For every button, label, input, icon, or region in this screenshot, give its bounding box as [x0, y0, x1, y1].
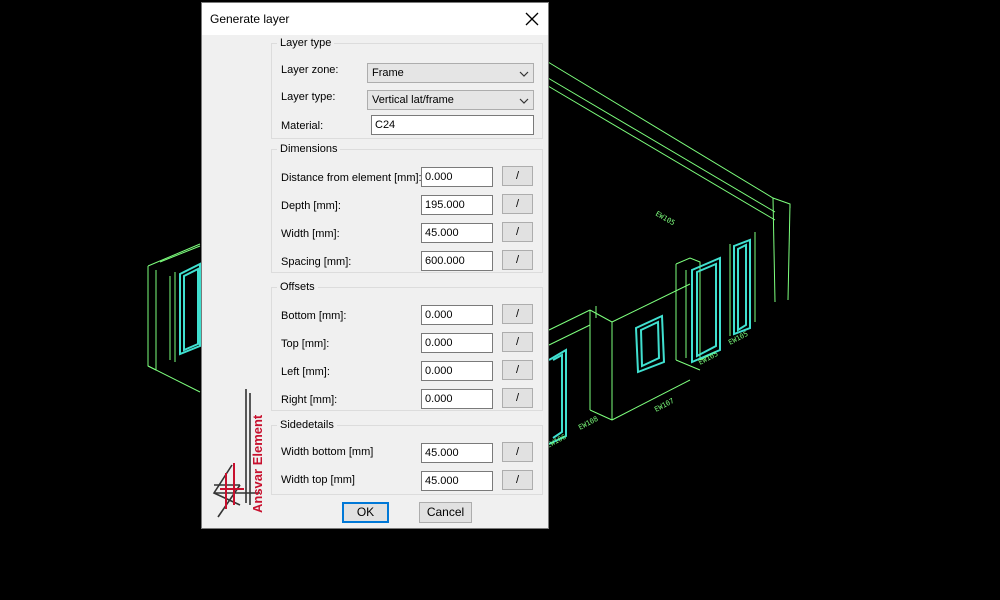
- chevron-down-icon: [519, 98, 529, 104]
- dimensions-legend: Dimensions: [280, 143, 338, 155]
- width-bottom-pick-button[interactable]: /: [502, 442, 533, 462]
- layer-type-value: Vertical lat/frame: [372, 94, 454, 106]
- width-bottom-label: Width bottom [mm]: [281, 446, 374, 458]
- layer-zone-select[interactable]: Frame: [367, 63, 534, 83]
- width-top-pick-button[interactable]: /: [502, 470, 533, 490]
- distance-input[interactable]: [421, 167, 493, 187]
- logo-text: Ansvar Element: [250, 414, 264, 513]
- width-top-input[interactable]: [421, 471, 493, 491]
- bottom-label: Bottom [mm]:: [281, 310, 347, 322]
- ok-button[interactable]: OK: [342, 502, 389, 523]
- layer-type-label: Layer type:: [281, 91, 336, 103]
- svg-text:EW105: EW105: [697, 350, 719, 367]
- material-label: Material:: [281, 120, 324, 132]
- sidedetails-legend: Sidedetails: [280, 419, 334, 431]
- top-pick-button[interactable]: /: [502, 332, 533, 352]
- right-input[interactable]: [421, 389, 493, 409]
- ansvar-element-logo: Ansvar Element: [212, 389, 264, 518]
- width-bottom-input[interactable]: [421, 443, 493, 463]
- layer-type-legend: Layer type: [280, 37, 332, 49]
- svg-text:EW107: EW107: [653, 397, 675, 414]
- bottom-pick-button[interactable]: /: [502, 304, 533, 324]
- svg-text:EW105: EW105: [654, 210, 676, 227]
- close-icon[interactable]: [522, 9, 542, 29]
- depth-input[interactable]: [421, 195, 493, 215]
- spacing-label: Spacing [mm]:: [281, 256, 352, 268]
- distance-pick-button[interactable]: /: [502, 166, 533, 186]
- chevron-down-icon: [519, 71, 529, 77]
- width-top-label: Width top [mm]: [281, 474, 355, 486]
- depth-label: Depth [mm]:: [281, 200, 341, 212]
- width-pick-button[interactable]: /: [502, 222, 533, 242]
- left-input[interactable]: [421, 361, 493, 381]
- spacing-input[interactable]: [421, 251, 493, 271]
- top-input[interactable]: [421, 333, 493, 353]
- distance-label: Distance from element [mm]:: [281, 172, 422, 184]
- svg-text:EW108: EW108: [577, 415, 599, 432]
- dialog-title: Generate layer: [210, 12, 290, 26]
- right-label: Right [mm]:: [281, 394, 338, 406]
- dialog-titlebar[interactable]: Generate layer: [202, 3, 548, 35]
- width-label: Width [mm]:: [281, 228, 340, 240]
- layer-zone-label: Layer zone:: [281, 64, 339, 76]
- generate-layer-dialog: Generate layer Ansvar Element Layer type…: [201, 2, 549, 529]
- top-label: Top [mm]:: [281, 338, 330, 350]
- layer-zone-value: Frame: [372, 67, 404, 79]
- right-pick-button[interactable]: /: [502, 388, 533, 408]
- left-pick-button[interactable]: /: [502, 360, 533, 380]
- left-label: Left [mm]:: [281, 366, 330, 378]
- layer-type-select[interactable]: Vertical lat/frame: [367, 90, 534, 110]
- cancel-button[interactable]: Cancel: [419, 502, 472, 523]
- width-input[interactable]: [421, 223, 493, 243]
- material-input[interactable]: [371, 115, 534, 135]
- bottom-input[interactable]: [421, 305, 493, 325]
- depth-pick-button[interactable]: /: [502, 194, 533, 214]
- offsets-legend: Offsets: [280, 281, 315, 293]
- spacing-pick-button[interactable]: /: [502, 250, 533, 270]
